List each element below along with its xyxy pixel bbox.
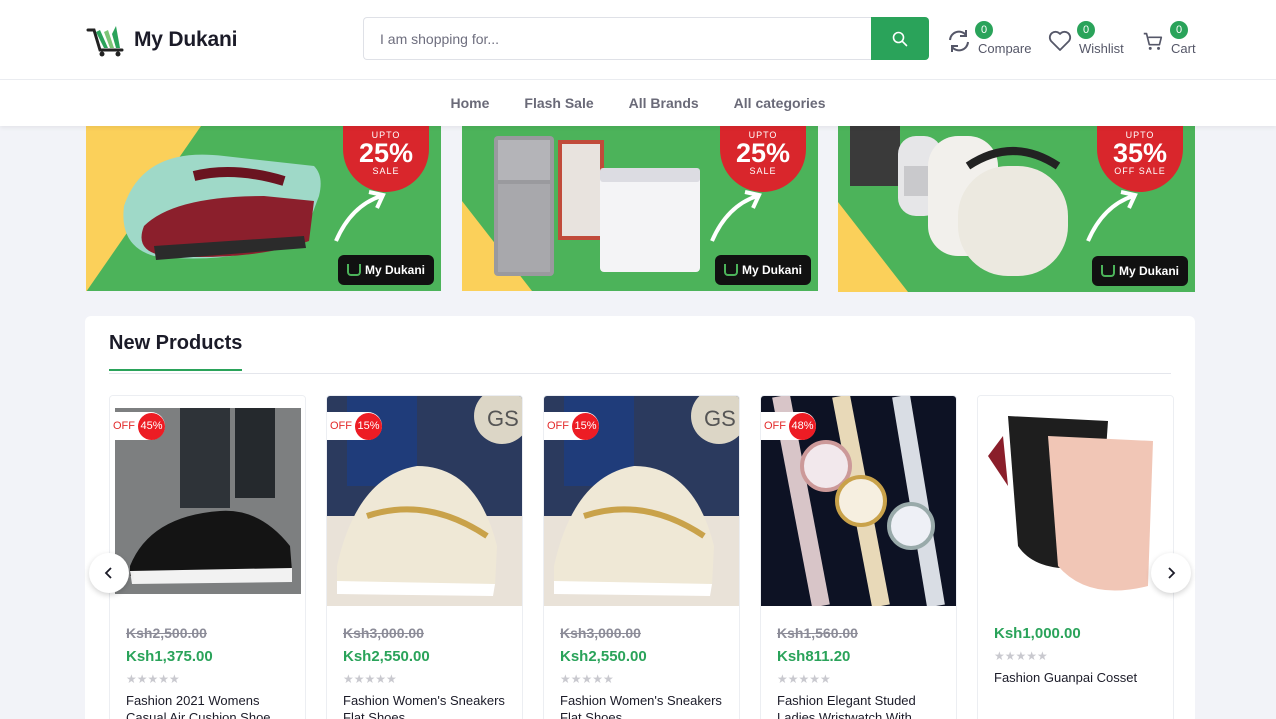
rating-stars: ★★★★★ — [126, 672, 180, 686]
chevron-right-icon — [1168, 567, 1176, 579]
off-label: OFF — [113, 420, 135, 432]
section-title: New Products — [109, 332, 243, 371]
fridge-freezer-image — [494, 136, 700, 276]
product-card[interactable]: OFF 48% Ksh1,560.00 Ksh811.20 ★★★★★ Fash… — [760, 395, 957, 719]
banner-brand-logo: My Dukani — [715, 255, 811, 285]
carousel-prev-button[interactable] — [89, 553, 129, 593]
nav-all-categories[interactable]: All categories — [716, 95, 843, 111]
rating-stars: ★★★★★ — [777, 672, 831, 686]
discount-percent: 15% — [572, 412, 599, 440]
section-divider — [109, 373, 1171, 374]
sale-percent-text: 35% — [1112, 138, 1168, 168]
product-card[interactable]: OFF 45% Ksh2,500.00 Ksh1,375.00 ★★★★★ Fa… — [109, 395, 306, 719]
site-header: My Dukani 0 Compare 0 Wishlist — [0, 0, 1276, 80]
rating-stars: ★★★★★ — [343, 672, 397, 686]
promo-banner-irons[interactable]: UPTO 25% SALE My Dukani — [86, 126, 441, 291]
banner-brand-logo: My Dukani — [338, 255, 434, 285]
sale-badge: UPTO 25% SALE — [720, 126, 806, 192]
promo-banner-kitchen[interactable]: UPTO 35% OFF SALE My Dukani — [838, 126, 1195, 292]
product-card[interactable]: GS OFF 15% Ksh3,000.00 Ksh2,550.00 ★★★★★… — [326, 395, 523, 719]
off-label: OFF — [547, 420, 569, 432]
main-nav: Home Flash Sale All Brands All categorie… — [0, 80, 1276, 126]
compare-count-badge: 0 — [975, 21, 993, 39]
banner-logo-text: My Dukani — [364, 263, 425, 277]
old-price: Ksh2,500.00 — [126, 625, 207, 641]
compare-label: Compare — [978, 41, 1032, 56]
current-price: Ksh1,000.00 — [994, 625, 1081, 642]
cart-logo-icon — [1100, 265, 1115, 277]
cart-icon — [1143, 32, 1163, 50]
current-price: Ksh811.20 — [777, 648, 851, 665]
sale-badge: UPTO 25% SALE — [343, 126, 429, 192]
compare-refresh-icon — [949, 30, 969, 52]
shapewear-image — [978, 396, 1173, 606]
svg-text:GS: GS — [487, 406, 519, 431]
svg-text:GS: GS — [704, 406, 736, 431]
rating-stars: ★★★★★ — [560, 672, 614, 686]
nav-home[interactable]: Home — [433, 95, 507, 111]
chevron-left-icon — [104, 567, 112, 579]
cart-link[interactable]: 0 Cart — [1141, 21, 1196, 58]
wishlist-label: Wishlist — [1079, 41, 1124, 56]
heart-icon — [1048, 30, 1072, 51]
search-button[interactable] — [871, 17, 929, 60]
product-name[interactable]: Fashion Guanpai Cosset — [994, 669, 1159, 686]
nav-flash-sale[interactable]: Flash Sale — [507, 95, 611, 111]
banner-logo-text: My Dukani — [741, 263, 802, 277]
current-price: Ksh2,550.00 — [343, 648, 430, 665]
discount-badge: OFF 15% — [544, 412, 599, 440]
old-price: Ksh3,000.00 — [560, 625, 641, 641]
current-price: Ksh2,550.00 — [560, 648, 647, 665]
sale-percent-text: 25% — [358, 138, 414, 168]
cart-logo-icon — [723, 264, 738, 276]
discount-badge: OFF 15% — [327, 412, 382, 440]
search-input[interactable] — [363, 17, 871, 60]
wishlist-count-badge: 0 — [1077, 21, 1095, 39]
cart-label: Cart — [1171, 41, 1196, 56]
logo-text: My Dukani — [134, 28, 238, 51]
discount-badge: OFF 45% — [110, 412, 165, 440]
kitchen-appliances-image — [850, 126, 1068, 276]
product-card[interactable]: Ksh1,000.00 ★★★★★ Fashion Guanpai Cosset — [977, 395, 1174, 719]
search-bar — [363, 17, 929, 60]
banner-brand-logo: My Dukani — [1092, 256, 1188, 286]
cart-count-badge: 0 — [1170, 21, 1188, 39]
off-label: OFF — [764, 420, 786, 432]
discount-percent: 45% — [138, 412, 165, 440]
compare-link[interactable]: 0 Compare — [946, 21, 1032, 58]
old-price: Ksh1,560.00 — [777, 625, 858, 641]
sale-percent-text: 25% — [735, 138, 791, 168]
sale-tag-text: SALE — [749, 166, 777, 176]
current-price: Ksh1,375.00 — [126, 648, 213, 665]
site-logo[interactable]: My Dukani — [86, 22, 237, 58]
arrow-up-right-icon — [334, 190, 386, 242]
discount-percent: 48% — [789, 412, 816, 440]
cart-logo-icon — [86, 26, 124, 57]
wishlist-link[interactable]: 0 Wishlist — [1047, 21, 1124, 58]
sale-tag-text: OFF SALE — [1114, 166, 1166, 176]
discount-badge: OFF 48% — [761, 412, 816, 440]
carousel-next-button[interactable] — [1151, 553, 1191, 593]
discount-percent: 15% — [355, 412, 382, 440]
iron-image — [123, 154, 321, 260]
product-name[interactable]: Fashion Women's Sneakers Flat Shoes — [343, 692, 508, 719]
promo-banner-fridges[interactable]: UPTO 25% SALE My Dukani — [462, 126, 818, 291]
product-name[interactable]: Fashion 2021 Womens Casual Air Cushion S… — [126, 692, 291, 719]
old-price: Ksh3,000.00 — [343, 625, 424, 641]
nav-all-brands[interactable]: All Brands — [611, 95, 716, 111]
product-card[interactable]: GS OFF 15% Ksh3,000.00 Ksh2,550.00 ★★★★★… — [543, 395, 740, 719]
off-label: OFF — [330, 420, 352, 432]
product-name[interactable]: Fashion Elegant Studed Ladies Wristwatch… — [777, 692, 942, 719]
new-products-section: New Products OFF 45% Ksh2,500.00 Ksh1,37… — [85, 316, 1195, 719]
sale-tag-text: SALE — [372, 166, 400, 176]
cart-logo-icon — [346, 264, 361, 276]
arrow-up-right-icon — [710, 190, 762, 242]
product-name[interactable]: Fashion Women's Sneakers Flat Shoes — [560, 692, 725, 719]
arrow-up-right-icon — [1086, 190, 1138, 242]
search-icon — [892, 31, 908, 46]
rating-stars: ★★★★★ — [994, 649, 1048, 663]
product-image[interactable] — [978, 396, 1173, 606]
sale-badge: UPTO 35% OFF SALE — [1097, 126, 1183, 192]
banner-logo-text: My Dukani — [1118, 264, 1179, 278]
